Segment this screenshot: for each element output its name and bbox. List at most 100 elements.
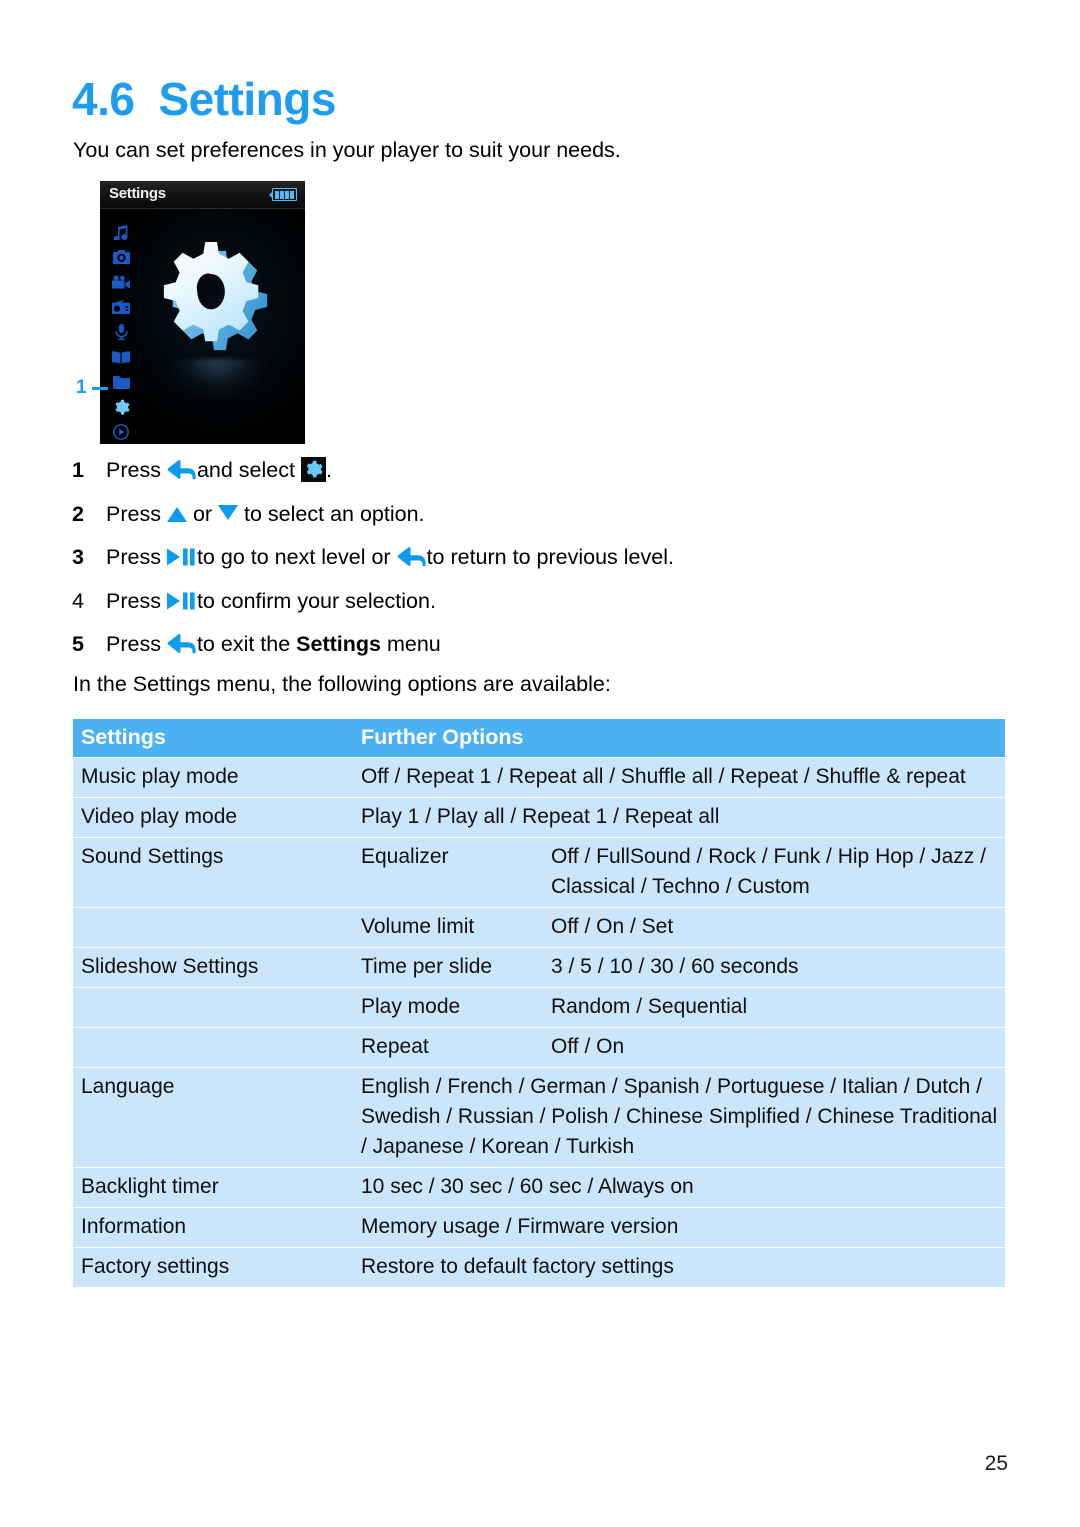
- step-3-text-b: to go to next level or: [196, 545, 391, 569]
- section-title: Settings: [158, 73, 336, 125]
- step-5-bold-term: Settings: [296, 632, 381, 656]
- step-1-text-c: .: [325, 458, 332, 482]
- step-3-text-a: Press: [106, 545, 161, 569]
- cell-options: Off / On / Set: [543, 908, 1005, 947]
- cell-options: 3 / 5 / 10 / 30 / 60 seconds: [543, 948, 1005, 987]
- back-icon: [167, 633, 197, 655]
- table-row: Slideshow Settings Time per slide 3 / 5 …: [73, 948, 1005, 987]
- cell-setting: Language: [73, 1068, 353, 1167]
- table-row: Factory settings Restore to default fact…: [73, 1248, 1005, 1287]
- table-header-row: Settings Further Options: [73, 719, 1005, 757]
- battery-full-icon: [269, 188, 297, 201]
- step-2-text-c: to select an option.: [244, 501, 425, 526]
- step-3-number: 3: [72, 545, 84, 569]
- table-row: Information Memory usage / Firmware vers…: [73, 1208, 1005, 1247]
- table-row: Language English / French / German / Spa…: [73, 1068, 1005, 1167]
- step-2-number: 2: [72, 501, 84, 526]
- step-5-text-c: menu: [386, 632, 441, 656]
- music-note-icon: [111, 223, 131, 241]
- section-number: 4.6: [72, 73, 135, 125]
- back-icon: [167, 459, 197, 481]
- step-4-text-a: Press: [106, 588, 161, 613]
- steps-list: 1 Press and select . 2 Press or to select …: [72, 455, 1012, 673]
- radio-icon: [111, 298, 131, 316]
- device-screen-title: Settings: [109, 185, 166, 202]
- device-titlebar: Settings: [100, 181, 305, 209]
- gear-reflection: [166, 359, 270, 401]
- step-4-number: 4: [72, 588, 84, 613]
- cell-options: Restore to default factory settings: [353, 1248, 1005, 1287]
- table-row: Sound Settings Equalizer Off / FullSound…: [73, 838, 1005, 907]
- cell-setting: Slideshow Settings: [73, 948, 353, 987]
- device-screenshot: Settings: [100, 181, 305, 444]
- cell-setting: Backlight timer: [73, 1168, 353, 1207]
- table-row: Music play mode Off / Repeat 1 / Repeat …: [73, 758, 1005, 797]
- cell-options: Off / FullSound / Rock / Funk / Hip Hop …: [543, 838, 1005, 907]
- page-number: 25: [984, 1452, 1008, 1475]
- device-screen-body: [100, 209, 305, 444]
- table-row: Volume limit Off / On / Set: [73, 908, 1005, 947]
- play-pause-icon: [166, 591, 197, 611]
- back-icon: [397, 546, 427, 568]
- step-1-text-a: Press: [106, 458, 161, 482]
- step-1: 1 Press and select .: [72, 455, 1012, 487]
- cell-setting: Music play mode: [73, 758, 353, 797]
- gear-icon: [163, 241, 268, 351]
- step-2-text-b: or: [192, 501, 213, 526]
- cell-setting: [73, 1028, 353, 1067]
- book-icon: [111, 348, 131, 366]
- step-2: 2 Press or to select an option.: [72, 499, 1012, 531]
- play-pause-icon: [166, 547, 197, 567]
- microphone-icon: [111, 323, 131, 341]
- step-3-text-c: to return to previous level.: [426, 545, 674, 569]
- cell-options: Off / On: [543, 1028, 1005, 1067]
- step-2-text-a: Press: [106, 501, 161, 526]
- cell-options: 10 sec / 30 sec / 60 sec / Always on: [353, 1168, 1005, 1207]
- arrow-down-icon: [218, 504, 239, 520]
- device-icon-rail: [108, 223, 134, 441]
- page-title: 4.6 Settings: [72, 72, 336, 126]
- cell-setting: Information: [73, 1208, 353, 1247]
- camera-icon: [111, 248, 131, 266]
- table-row: Backlight timer 10 sec / 30 sec / 60 sec…: [73, 1168, 1005, 1207]
- cell-options: Random / Sequential: [543, 988, 1005, 1027]
- step-1-number: 1: [72, 458, 84, 482]
- play-circle-icon: [111, 423, 131, 441]
- cell-sub-setting: Time per slide: [353, 948, 543, 987]
- step-4: 4 Press to confirm your selection.: [72, 586, 1012, 618]
- available-options-paragraph: In the Settings menu, the following opti…: [73, 672, 611, 696]
- cell-setting: [73, 988, 353, 1027]
- table-row: Video play mode Play 1 / Play all / Repe…: [73, 798, 1005, 837]
- cell-sub-setting: Repeat: [353, 1028, 543, 1067]
- cell-setting: Video play mode: [73, 798, 353, 837]
- table-row: Repeat Off / On: [73, 1028, 1005, 1067]
- cell-sub-setting: Play mode: [353, 988, 543, 1027]
- table-row: Play mode Random / Sequential: [73, 988, 1005, 1027]
- settings-options-table: Settings Further Options Music play mode…: [73, 718, 1005, 1288]
- gear-icon: [111, 398, 131, 416]
- gear-icon: [300, 457, 326, 482]
- device-main-graphic: [144, 209, 305, 444]
- callout-leader-line: [92, 387, 108, 390]
- cell-setting: Factory settings: [73, 1248, 353, 1287]
- step-5: 5 Press to exit the Settings menu: [72, 629, 1012, 661]
- cell-options: Memory usage / Firmware version: [353, 1208, 1005, 1247]
- cell-options: Off / Repeat 1 / Repeat all / Shuffle al…: [353, 758, 1005, 797]
- step-3: 3 Press to go to next level or to return …: [72, 542, 1012, 574]
- step-5-text-a: Press: [106, 632, 161, 656]
- step-5-text-b: to exit the: [196, 632, 291, 656]
- cell-options: Play 1 / Play all / Repeat 1 / Repeat al…: [353, 798, 1005, 837]
- step-5-number: 5: [72, 632, 84, 656]
- step-1-text-b: and select: [196, 458, 295, 482]
- step-4-text-b: to confirm your selection.: [196, 588, 436, 613]
- arrow-up-icon: [166, 506, 187, 522]
- cell-options: English / French / German / Spanish / Po…: [353, 1068, 1005, 1167]
- video-camera-icon: [111, 273, 131, 291]
- table-header-further-options: Further Options: [353, 719, 1005, 757]
- cell-setting: [73, 908, 353, 947]
- cell-setting: Sound Settings: [73, 838, 353, 907]
- cell-sub-setting: Equalizer: [353, 838, 543, 907]
- callout-number-1: 1: [76, 377, 87, 398]
- folder-icon: [111, 373, 131, 391]
- cell-sub-setting: Volume limit: [353, 908, 543, 947]
